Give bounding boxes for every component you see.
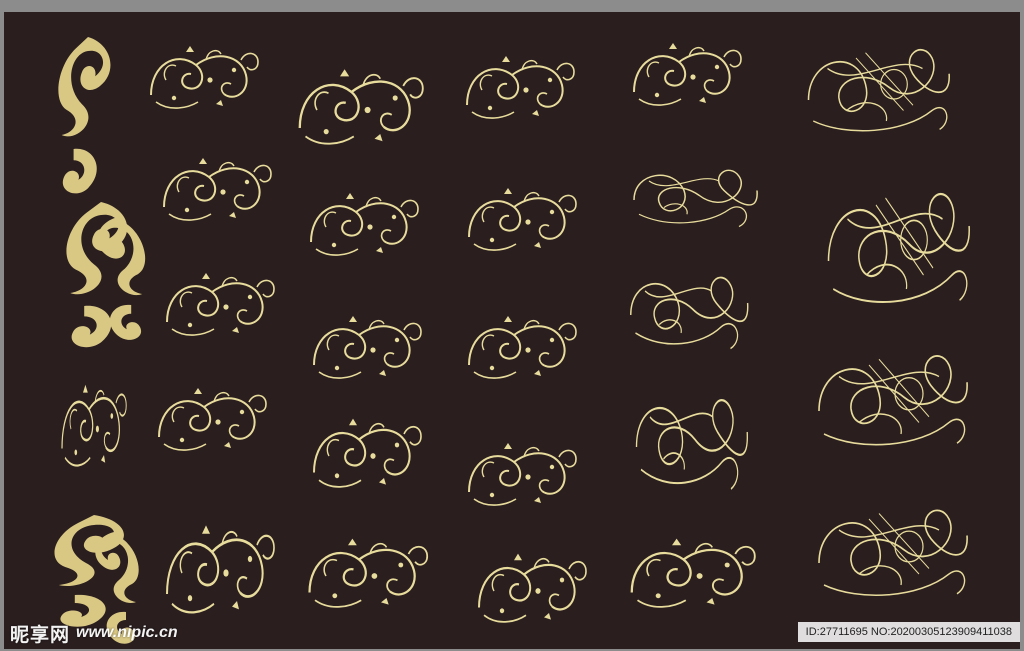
flourish-c4-r1	[466, 55, 575, 120]
watermark-logo: 昵享网	[10, 623, 71, 646]
knot-c6-r2	[827, 192, 971, 304]
flourish-small-1	[60, 383, 128, 467]
flourish-c2-r1	[150, 45, 259, 110]
flourish-c4-r2	[468, 187, 577, 252]
flourish-c3-r1	[298, 67, 424, 145]
flourish-c3-r3	[313, 315, 422, 380]
flourish-c2-r2	[163, 157, 272, 222]
ornament-canvas	[4, 12, 1020, 649]
flourish-c3-r4	[312, 417, 423, 489]
flourish-c3-r5	[308, 537, 429, 609]
flourish-c2-r5	[165, 524, 276, 614]
site-watermark: 昵享网 www.nipic.cn	[10, 620, 178, 646]
flourish-c4-r4	[468, 442, 577, 507]
flourish-c5-r1	[633, 42, 742, 107]
viewer-frame	[0, 0, 1024, 651]
swirl-c5-r2	[633, 169, 758, 228]
baroque-scroll-1	[58, 37, 111, 194]
flourish-c3-r2	[310, 192, 419, 257]
flourish-c4-r3	[468, 315, 577, 380]
flourish-c4-r5	[477, 552, 588, 624]
flourish-c5-r5	[630, 537, 756, 609]
knot-c6-r3	[818, 355, 969, 446]
image-id-label: ID:27711695 NO:20200305123909411038	[797, 622, 1020, 642]
flourish-c2-r3	[166, 272, 275, 337]
swirl-c5-r3	[629, 276, 749, 350]
knot-c6-r4	[818, 509, 969, 597]
swirl-c5-r4	[635, 399, 749, 491]
watermark-url: www.nipic.cn	[76, 624, 178, 641]
ornaments-artwork	[54, 37, 971, 644]
baroque-scroll-4	[54, 515, 124, 627]
flourish-c2-r4	[158, 387, 267, 452]
knot-c6-r1	[807, 48, 951, 132]
